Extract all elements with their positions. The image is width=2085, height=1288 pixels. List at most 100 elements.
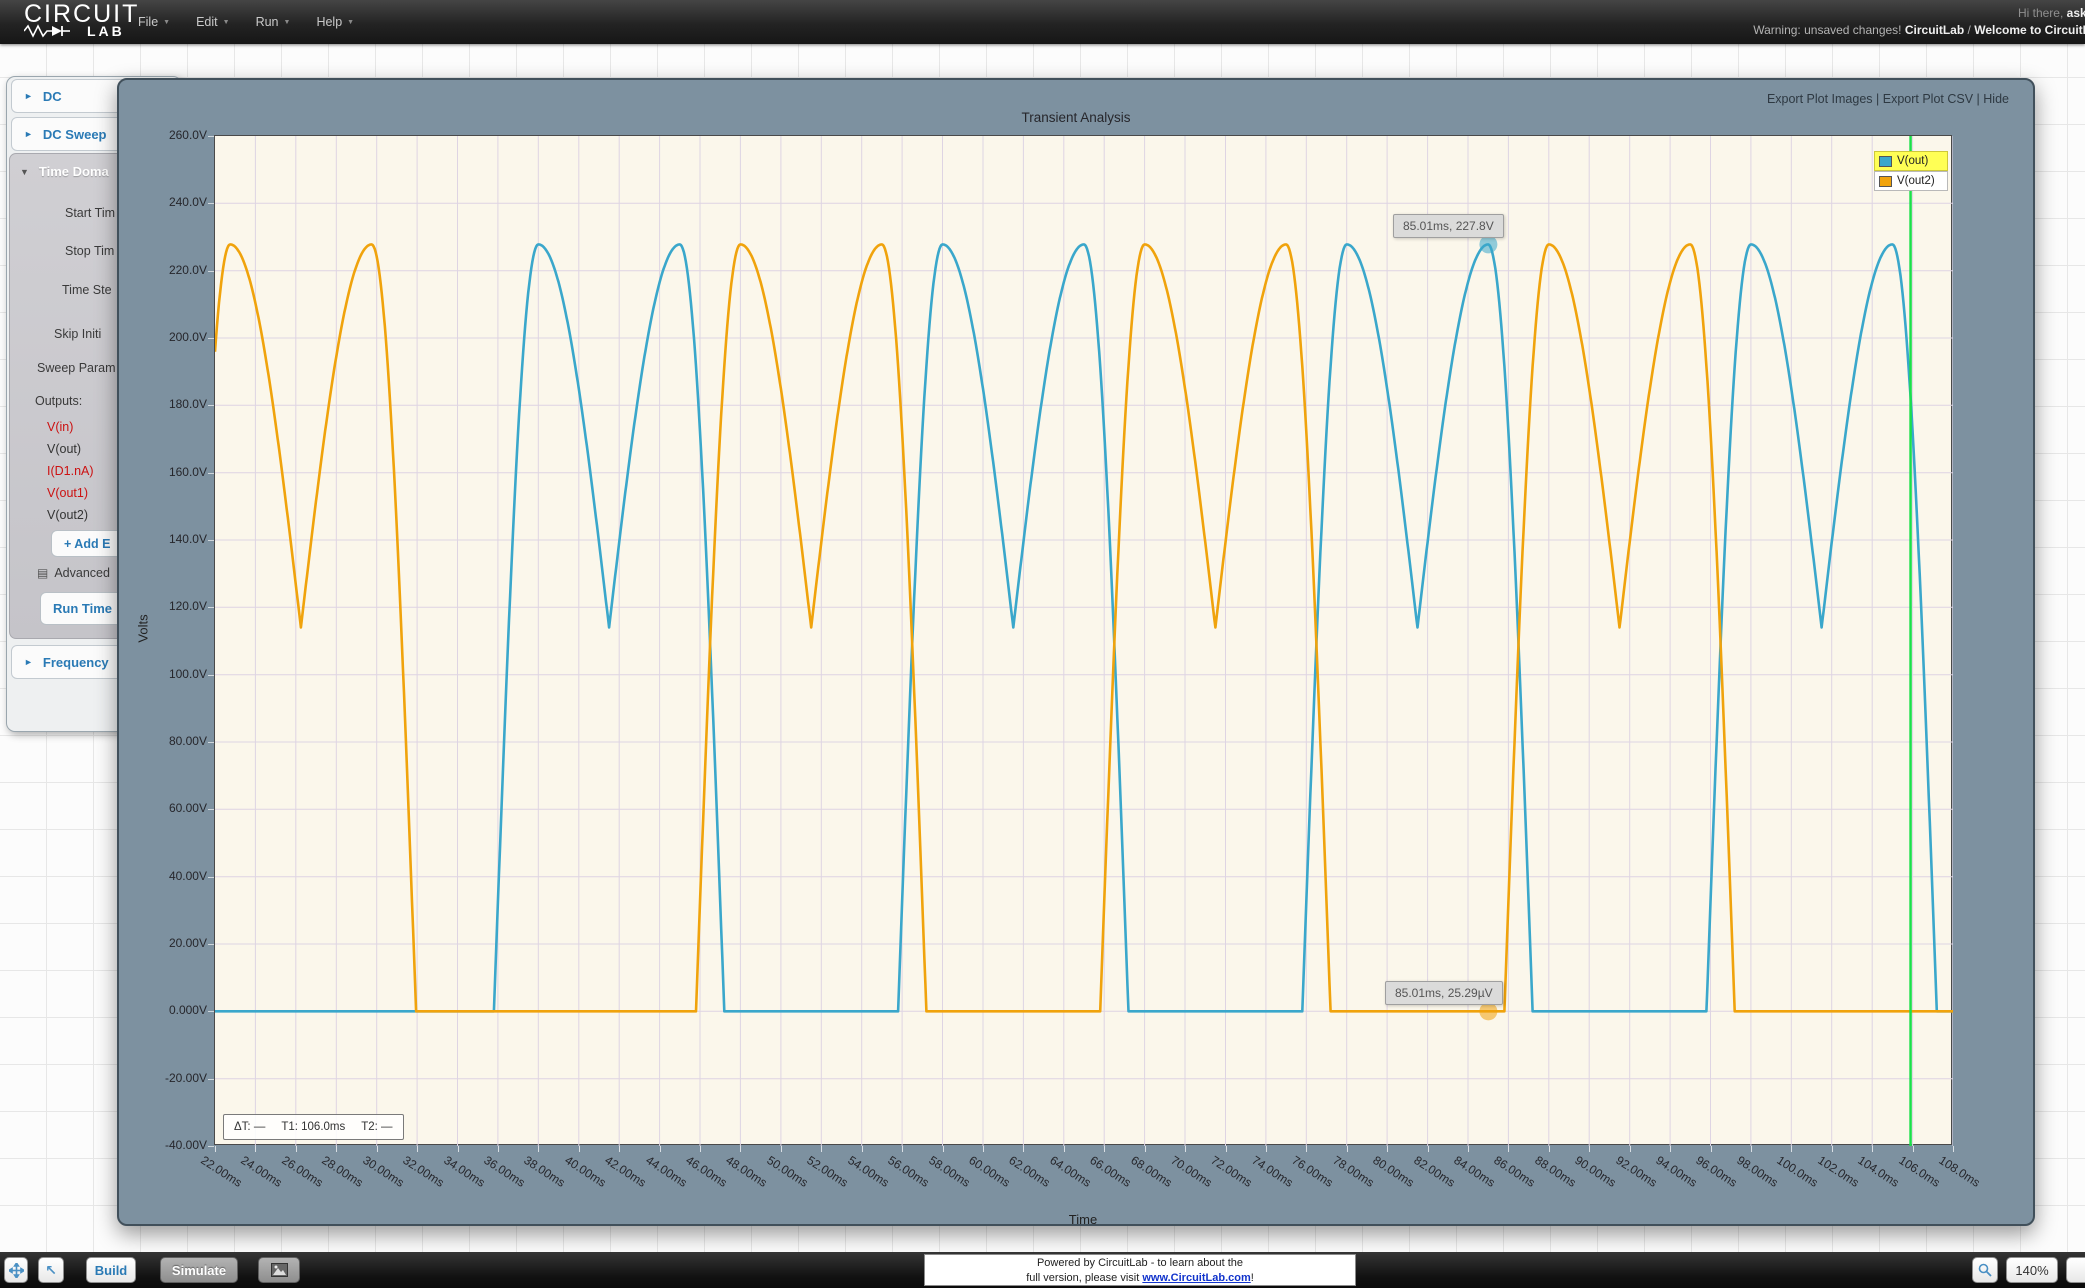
x-tick-label: 70.00ms [1168, 1153, 1214, 1190]
x-tick-mark [660, 1146, 661, 1152]
x-tick-mark [902, 1146, 903, 1152]
circuitlab-link[interactable]: www.CircuitLab.com [1142, 1272, 1250, 1284]
y-tick-mark [208, 338, 214, 339]
x-tick-mark [1185, 1146, 1186, 1152]
x-tick-mark [1226, 1146, 1227, 1152]
y-tick-mark [208, 877, 214, 878]
x-tick-mark [1832, 1146, 1833, 1152]
chevron-right-icon: ► [24, 129, 33, 139]
menu-file[interactable]: File▼ [138, 15, 170, 29]
y-tick-mark [208, 540, 214, 541]
menu-edit[interactable]: Edit▼ [196, 15, 229, 29]
bottom-toolbar: ↖ Build Simulate Powered by CircuitLab -… [0, 1252, 2085, 1288]
output-item[interactable]: V(in) [47, 416, 94, 438]
x-tick-label: 108.0ms [1936, 1153, 1982, 1190]
export-plot-images-link[interactable]: Export Plot Images [1767, 92, 1873, 106]
x-tick-mark [1347, 1146, 1348, 1152]
x-tick-label: 34.00ms [441, 1153, 487, 1190]
output-item[interactable]: V(out1) [47, 482, 94, 504]
y-tick-mark [208, 1079, 214, 1080]
x-tick-label: 52.00ms [805, 1153, 851, 1190]
greeting-text: Hi there, [2018, 6, 2067, 20]
x-tick-label: 72.00ms [1209, 1153, 1255, 1190]
x-tick-mark [1428, 1146, 1429, 1152]
pan-tool-button[interactable] [4, 1257, 28, 1283]
x-tick-mark [700, 1146, 701, 1152]
outputs-list: V(in)V(out)I(D1.nA)V(out1)V(out2) [47, 416, 94, 526]
x-tick-mark [1468, 1146, 1469, 1152]
x-tick-mark [1589, 1146, 1590, 1152]
hide-plot-link[interactable]: Hide [1983, 92, 2009, 106]
trace-V(out)[interactable] [215, 244, 1953, 1011]
y-tick-label: 20.00V [137, 936, 207, 950]
circuitlab-logo[interactable]: CIRCUIT LAB [24, 0, 139, 38]
x-tick-label: 58.00ms [926, 1153, 972, 1190]
y-tick-label: 40.00V [137, 869, 207, 883]
menu-bar: File▼ Edit▼ Run▼ Help▼ [138, 0, 354, 44]
breadcrumb-app[interactable]: CircuitLab [1905, 23, 1964, 37]
build-mode-button[interactable]: Build [86, 1257, 136, 1283]
advanced-options-row[interactable]: ▤ Advanced [37, 566, 110, 580]
x-tick-label: 56.00ms [885, 1153, 931, 1190]
output-item[interactable]: V(out2) [47, 504, 94, 526]
zoom-tool-button[interactable] [1972, 1257, 1998, 1283]
field-label-start-time: Start Tim [65, 206, 115, 220]
output-item[interactable]: I(D1.nA) [47, 460, 94, 482]
y-tick-label: 140.0V [137, 532, 207, 546]
edge-partial-button[interactable] [2066, 1257, 2085, 1283]
y-tick-mark [208, 203, 214, 204]
legend-entry[interactable]: V(out) [1874, 151, 1948, 171]
x-tick-mark [1953, 1146, 1954, 1152]
menu-run[interactable]: Run▼ [256, 15, 291, 29]
x-tick-label: 98.00ms [1734, 1153, 1780, 1190]
x-tick-label: 50.00ms [764, 1153, 810, 1190]
x-tick-label: 102.0ms [1815, 1153, 1861, 1190]
x-tick-label: 22.00ms [198, 1153, 244, 1190]
output-item[interactable]: V(out) [47, 438, 94, 460]
username[interactable]: aski [2067, 6, 2085, 20]
marker-dot-V(out)[interactable] [1479, 235, 1497, 253]
zoom-level-value[interactable]: 140% [2006, 1257, 2058, 1283]
export-plot-csv-link[interactable]: Export Plot CSV [1883, 92, 1973, 106]
x-tick-mark [983, 1146, 984, 1152]
marker-dot-V(out2)[interactable] [1479, 1002, 1497, 1020]
x-tick-mark [1387, 1146, 1388, 1152]
unsaved-warning: Warning: unsaved changes! [1753, 23, 1901, 37]
x-tick-label: 44.00ms [643, 1153, 689, 1190]
y-tick-label: 0.000V [137, 1003, 207, 1017]
x-tick-label: 106.0ms [1896, 1153, 1942, 1190]
x-tick-mark [1549, 1146, 1550, 1152]
magnifier-icon [1978, 1263, 1992, 1277]
workspace-canvas: ► DC ► DC Sweep ▼ Time Doma Start Tim St… [0, 44, 2085, 1252]
screenshot-button[interactable] [258, 1257, 300, 1283]
y-axis-title: Volts [136, 614, 151, 642]
y-tick-mark [208, 607, 214, 608]
x-tick-label: 86.00ms [1492, 1153, 1538, 1190]
breadcrumb-page[interactable]: Welcome to CircuitL [1974, 23, 2085, 37]
time-domain-header[interactable]: ▼ Time Doma [20, 164, 109, 179]
plot-area[interactable]: Volts Time V(out)V(out2) 85.01ms, 227.8V… [214, 135, 1952, 1145]
chevron-right-icon: ► [24, 91, 33, 101]
chevron-down-icon: ▼ [347, 19, 354, 26]
x-tick-label: 54.00ms [845, 1153, 891, 1190]
trace-V(out2)[interactable] [215, 244, 1953, 1011]
x-tick-label: 64.00ms [1047, 1153, 1093, 1190]
y-tick-mark [208, 136, 214, 137]
y-tick-mark [208, 675, 214, 676]
field-label-skip-initial: Skip Initi [54, 327, 101, 341]
menu-help[interactable]: Help▼ [316, 15, 354, 29]
x-tick-mark [943, 1146, 944, 1152]
x-tick-label: 76.00ms [1290, 1153, 1336, 1190]
x-tick-mark [1023, 1146, 1024, 1152]
x-tick-label: 60.00ms [966, 1153, 1012, 1190]
x-tick-mark [1266, 1146, 1267, 1152]
app-screen: CIRCUIT LAB File▼ Edit▼ Run▼ Help▼ Hi th… [0, 0, 2085, 1288]
x-tick-label: 24.00ms [239, 1153, 285, 1190]
select-tool-button[interactable]: ↖ [38, 1257, 64, 1283]
tooltip-vout2-zero: 85.01ms, 25.29µV [1385, 981, 1503, 1005]
x-tick-mark [821, 1146, 822, 1152]
gridlines [215, 136, 1953, 1146]
legend-entry[interactable]: V(out2) [1874, 171, 1948, 191]
simulate-mode-button[interactable]: Simulate [160, 1257, 238, 1283]
x-tick-label: 84.00ms [1451, 1153, 1497, 1190]
